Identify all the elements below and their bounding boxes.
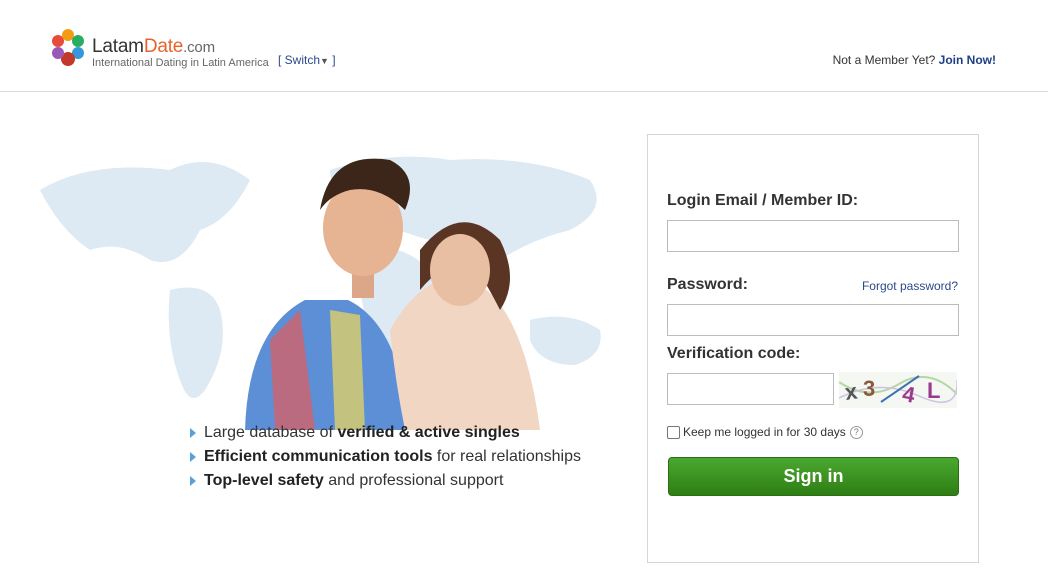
feature-item: Large database of verified & active sing… — [190, 421, 581, 445]
keep-logged-in-checkbox[interactable] — [667, 425, 680, 439]
svg-text:3: 3 — [863, 376, 875, 401]
hero-illustration — [40, 156, 601, 430]
latamdate-logo-icon[interactable] — [50, 29, 86, 72]
forgot-password-link[interactable]: Forgot password? — [862, 279, 958, 293]
verification-input[interactable] — [667, 373, 834, 405]
verification-label: Verification code: — [667, 345, 801, 362]
brand-tld: .com — [183, 39, 215, 56]
svg-text:L: L — [927, 378, 940, 403]
switch-label: [ Switch — [278, 53, 321, 67]
feature-text-post: for real relationships — [432, 448, 581, 465]
feature-item: Efficient communication tools for real r… — [190, 445, 581, 469]
feature-item: Top-level safety and professional suppor… — [190, 469, 581, 493]
join-now-link[interactable]: Join Now! — [939, 53, 996, 67]
caret-down-icon: ▼ — [320, 56, 329, 66]
brand-main: Latam — [92, 36, 144, 57]
bullet-arrow-icon — [190, 452, 196, 462]
email-input[interactable] — [667, 220, 959, 252]
switch-dropdown[interactable]: [ Switch▼ ] — [278, 53, 336, 67]
member-prompt: Not a Member Yet? Join Now! — [833, 53, 996, 67]
captcha-image[interactable]: x 3 4 L — [839, 372, 957, 408]
password-input[interactable] — [667, 304, 959, 336]
switch-close-bracket: ] — [332, 53, 336, 67]
feature-text-post: and professional support — [323, 472, 504, 489]
feature-text-pre: Large database of — [204, 424, 338, 441]
member-prompt-text: Not a Member Yet? — [832, 53, 936, 67]
feature-text: Top-level safety and professional suppor… — [204, 471, 503, 491]
keep-logged-in[interactable]: Keep me logged in for 30 days ? — [667, 425, 863, 439]
brand-tagline: International Dating in Latin America — [92, 57, 269, 69]
help-icon[interactable]: ? — [849, 425, 863, 439]
bullet-arrow-icon — [190, 428, 196, 438]
keep-logged-in-label: Keep me logged in for 30 days — [683, 425, 846, 439]
feature-text: Large database of verified & active sing… — [204, 423, 520, 443]
feature-text-bold: verified & active singles — [337, 424, 520, 441]
sign-in-button[interactable]: Sign in — [668, 457, 959, 496]
login-panel: Login Email / Member ID: Password: Forgo… — [647, 134, 979, 563]
bullet-arrow-icon — [190, 476, 196, 486]
feature-text: Efficient communication tools for real r… — [204, 447, 581, 467]
brand-accent: Date — [143, 36, 184, 57]
feature-text-bold: Efficient communication tools — [204, 448, 433, 465]
email-label: Login Email / Member ID: — [667, 192, 859, 209]
site-header: LatamDate.com International Dating in La… — [0, 0, 1048, 92]
brand-name[interactable]: LatamDate.com — [92, 36, 215, 58]
password-label: Password: — [667, 276, 748, 293]
feature-text-bold: Top-level safety — [204, 472, 324, 489]
feature-list: Large database of verified & active sing… — [190, 421, 581, 493]
